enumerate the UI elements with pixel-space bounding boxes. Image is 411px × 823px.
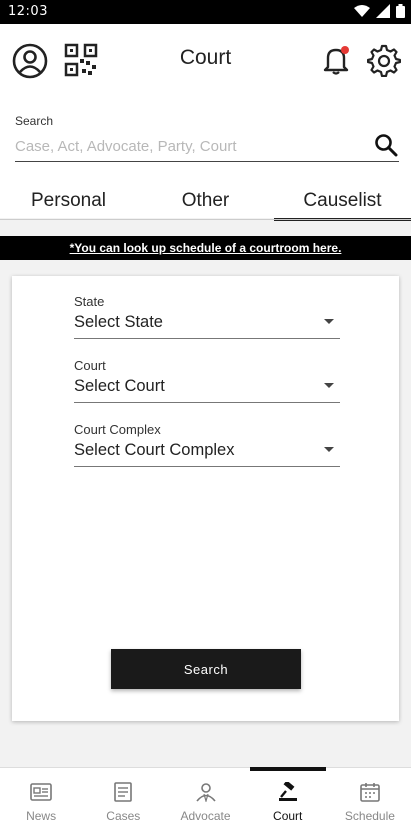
court-complex-select-value: Select Court Complex bbox=[74, 441, 235, 459]
settings-gear-icon[interactable] bbox=[366, 42, 402, 78]
court-complex-select[interactable]: Select Court Complex bbox=[74, 441, 340, 467]
nav-item-court[interactable]: Court bbox=[247, 767, 329, 823]
signal-icon bbox=[376, 4, 390, 22]
court-complex-label: Court Complex bbox=[74, 422, 161, 437]
header: Court Search Personal Other Caus bbox=[0, 24, 411, 221]
tab-causelist[interactable]: Causelist bbox=[274, 186, 411, 221]
court-label: Court bbox=[74, 358, 106, 373]
app-bar: Court bbox=[0, 24, 411, 96]
state-select[interactable]: Select State bbox=[74, 313, 340, 339]
search-bar bbox=[15, 132, 399, 162]
court-select-value: Select Court bbox=[74, 377, 165, 395]
nav-label-news: News bbox=[26, 809, 57, 823]
search-input[interactable] bbox=[15, 134, 365, 158]
notification-dot bbox=[341, 46, 349, 54]
wifi-icon bbox=[354, 4, 370, 22]
court-complex-field: Court Complex Select Court Complex bbox=[74, 422, 340, 467]
nav-label-court: Court bbox=[273, 809, 303, 823]
search-icon[interactable] bbox=[373, 132, 399, 158]
search-label: Search bbox=[15, 114, 54, 128]
search-button[interactable]: Search bbox=[111, 649, 301, 689]
nav-label-cases: Cases bbox=[106, 809, 141, 823]
news-icon bbox=[30, 782, 52, 807]
nav-item-news[interactable]: News bbox=[0, 768, 82, 823]
nav-item-advocate[interactable]: Advocate bbox=[164, 768, 246, 823]
cases-icon bbox=[113, 782, 133, 807]
nav-label-schedule: Schedule bbox=[344, 809, 395, 823]
dropdown-arrow-icon bbox=[324, 447, 334, 452]
info-banner[interactable]: *You can look up schedule of a courtroom… bbox=[0, 236, 411, 260]
nav-item-schedule[interactable]: Schedule bbox=[329, 768, 411, 823]
tab-personal[interactable]: Personal bbox=[0, 186, 137, 220]
dropdown-arrow-icon bbox=[324, 383, 334, 388]
bottom-navigation: News Cases Advocate Court Schedule bbox=[0, 767, 411, 823]
dropdown-arrow-icon bbox=[324, 319, 334, 324]
battery-icon bbox=[396, 4, 405, 22]
nav-label-advocate: Advocate bbox=[180, 809, 231, 823]
tab-bar: Personal Other Causelist bbox=[0, 186, 411, 221]
gavel-icon bbox=[277, 780, 299, 807]
court-select[interactable]: Select Court bbox=[74, 377, 340, 403]
state-field: State Select State bbox=[74, 294, 340, 339]
state-label: State bbox=[74, 294, 105, 309]
tab-divider bbox=[0, 219, 411, 220]
calendar-icon bbox=[360, 782, 380, 807]
causelist-form-card: State Select State Court Select Court Co… bbox=[12, 276, 399, 721]
advocate-icon bbox=[195, 782, 217, 807]
status-bar: 12:03 bbox=[0, 0, 411, 24]
state-select-value: Select State bbox=[74, 313, 163, 331]
court-field: Court Select Court bbox=[74, 358, 340, 403]
notification-bell-icon[interactable] bbox=[318, 42, 354, 78]
tab-other[interactable]: Other bbox=[137, 186, 274, 220]
status-time: 12:03 bbox=[8, 4, 48, 19]
nav-item-cases[interactable]: Cases bbox=[82, 768, 164, 823]
